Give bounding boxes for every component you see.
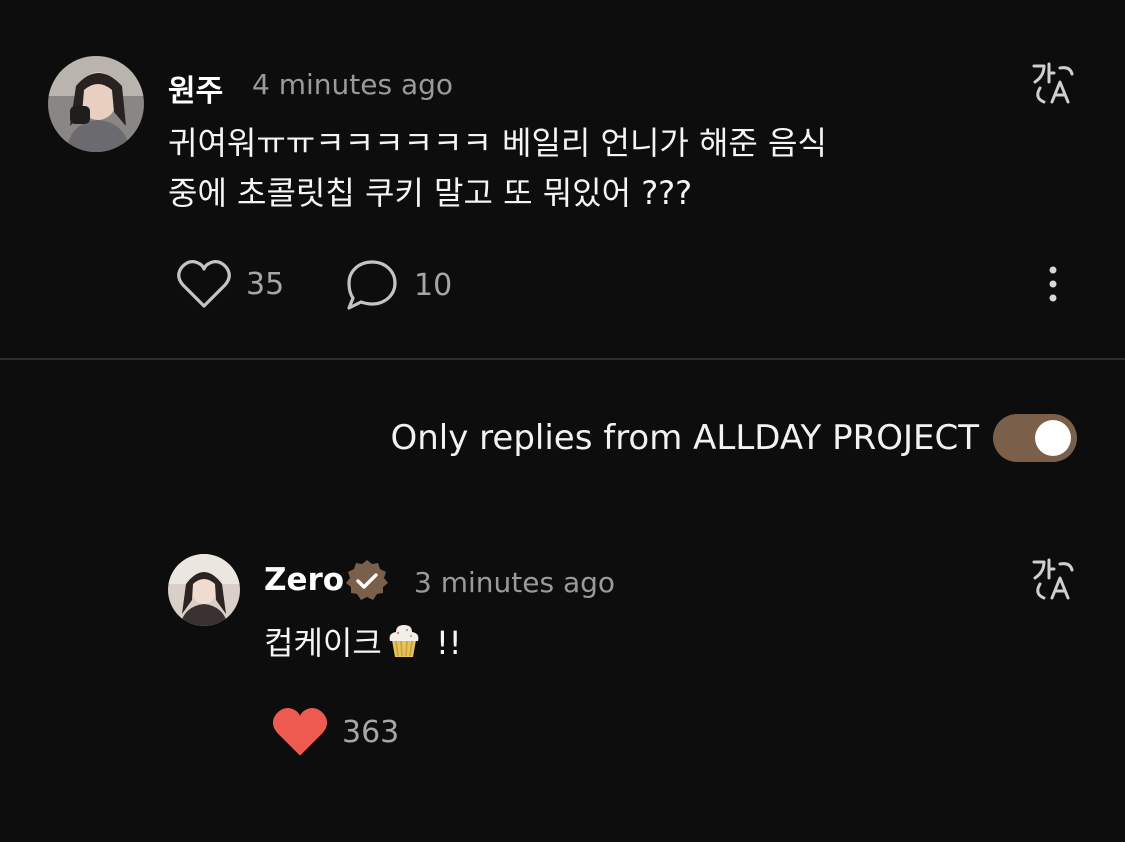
reply-username[interactable]: Zero <box>264 562 344 598</box>
like-button[interactable]: 35 <box>176 258 284 310</box>
comment-avatar[interactable] <box>48 56 144 152</box>
reply-count: 10 <box>414 267 453 303</box>
comment-text-line-1: 귀여워ㅠㅠㅋㅋㅋㅋㅋㅋ 베일리 언니가 해준 음식 <box>168 124 827 162</box>
verified-badge-icon <box>344 558 390 604</box>
reply-like-count: 363 <box>342 714 400 750</box>
reply-button[interactable]: 10 <box>344 258 452 312</box>
comment-timestamp: 4 minutes ago <box>252 68 454 101</box>
heart-filled-icon <box>272 708 328 756</box>
reply-avatar[interactable] <box>168 554 240 626</box>
more-options-button[interactable] <box>1038 262 1068 306</box>
divider <box>0 358 1125 360</box>
translate-icon[interactable] <box>1030 60 1076 106</box>
reply-text-suffix: !! <box>425 624 462 662</box>
comment-text-line-2: 중에 초콜릿칩 쿠키 말고 또 뭐있어 ??? <box>168 174 693 212</box>
comment-bubble-icon <box>347 260 397 310</box>
cupcake-emoji-icon <box>389 625 419 657</box>
reply-filter-row: Only replies from ALLDAY PROJECT <box>390 414 1077 462</box>
more-vertical-icon <box>1049 266 1057 302</box>
heart-outline-icon <box>177 260 231 308</box>
comment-username[interactable]: 원주 <box>168 66 223 110</box>
comment-text: 귀여워ㅠㅠㅋㅋㅋㅋㅋㅋ 베일리 언니가 해준 음식 중에 초콜릿칩 쿠키 말고 … <box>168 118 827 218</box>
like-count: 35 <box>246 266 285 302</box>
reply-like-button[interactable]: 363 <box>270 704 399 760</box>
reply-filter-label: Only replies from ALLDAY PROJECT <box>390 418 979 458</box>
reply-timestamp: 3 minutes ago <box>414 566 616 599</box>
reply-text: 컵케이크 !! <box>264 618 462 668</box>
reply-filter-toggle[interactable] <box>993 414 1077 462</box>
translate-icon[interactable] <box>1030 556 1076 602</box>
reply-text-main: 컵케이크 <box>264 624 382 662</box>
toggle-knob <box>1035 420 1071 456</box>
